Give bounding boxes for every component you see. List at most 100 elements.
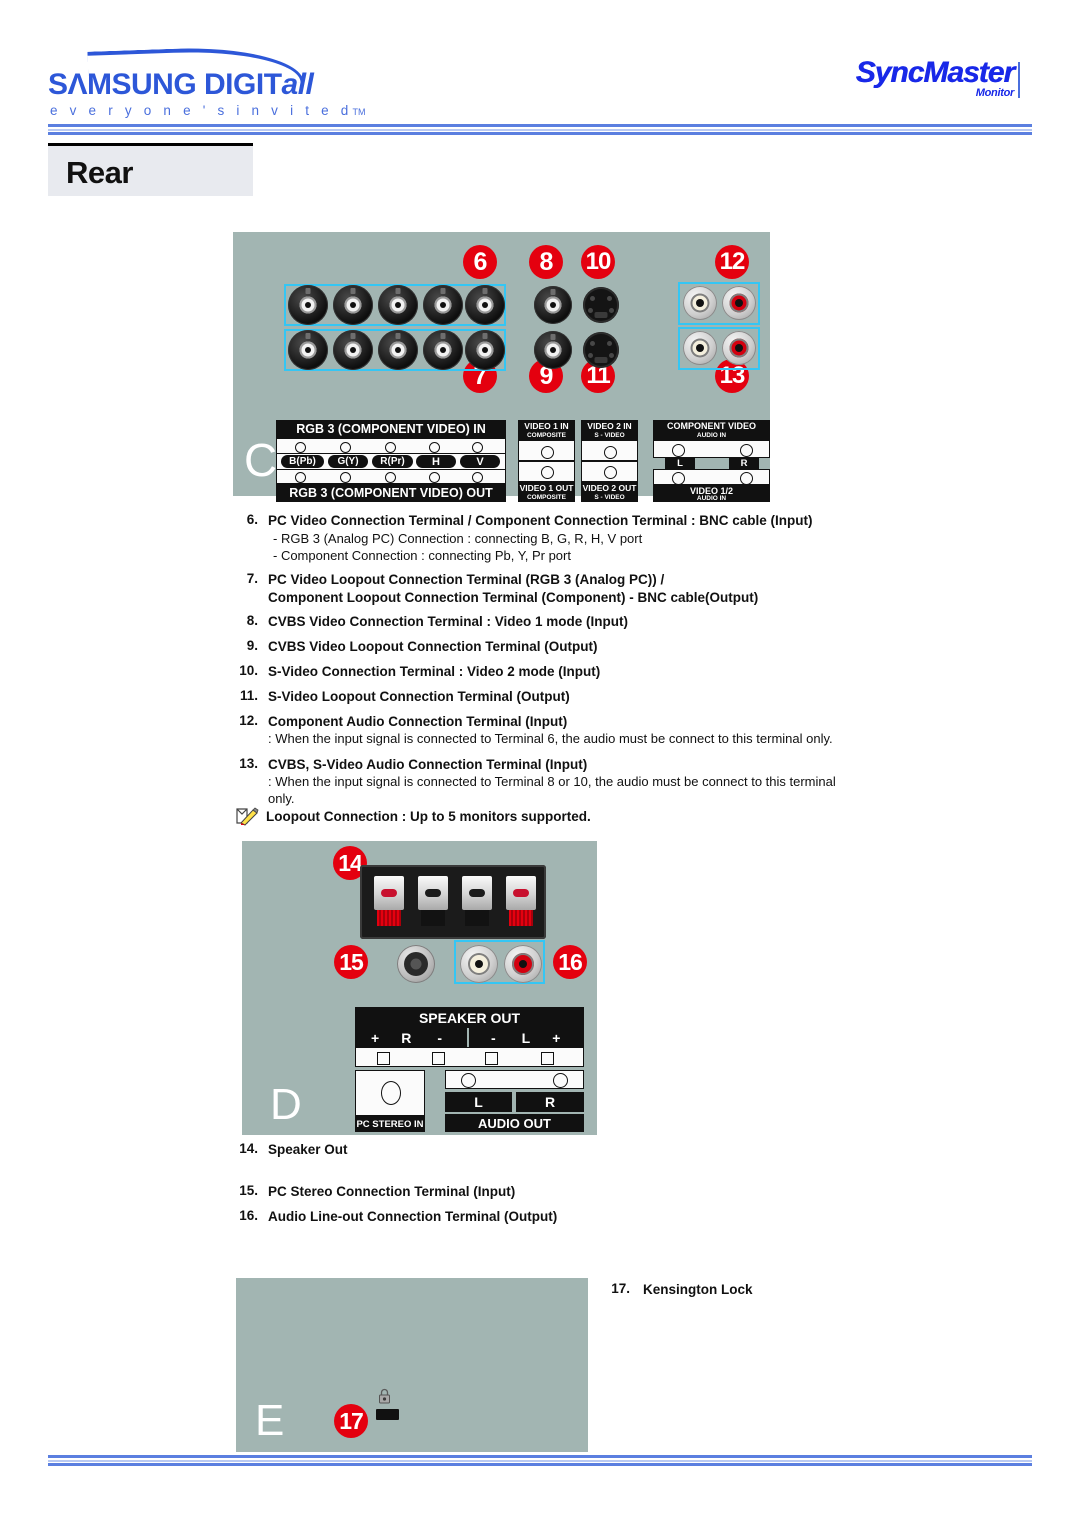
silk-label-video2-in-sub: S - VIDEO bbox=[581, 431, 638, 440]
silk-label-video1-out-sub: COMPOSITE bbox=[518, 493, 575, 502]
silk-speaker-hole-3 bbox=[485, 1052, 498, 1065]
callout-badge-15: 15 bbox=[334, 945, 368, 979]
silk-pin-b: B(Pb) bbox=[281, 455, 324, 468]
callout-badge-6: 6 bbox=[463, 245, 497, 279]
item-title-9: CVBS Video Loopout Connection Terminal (… bbox=[268, 639, 598, 654]
item-title-13: CVBS, S-Video Audio Connection Terminal … bbox=[268, 757, 588, 772]
callout-badge-16: 16 bbox=[553, 945, 587, 979]
silk-hole-video2-out bbox=[604, 466, 617, 479]
bnc-jack-out-v bbox=[465, 330, 505, 370]
rca-jack-component-audio-left bbox=[683, 286, 717, 320]
rca-jack-video12-audio-left bbox=[683, 331, 717, 365]
speaker-terminal-r-plus bbox=[374, 876, 404, 910]
samsung-wordmark-all: all bbox=[281, 68, 314, 101]
panel-letter-c: C bbox=[244, 434, 278, 486]
silk-hole-component-audio-l bbox=[672, 444, 685, 457]
silk-hole-pc-stereo bbox=[381, 1081, 401, 1105]
speaker-tab-l-plus bbox=[509, 910, 533, 926]
silk-label-audio-out: AUDIO OUT bbox=[445, 1114, 584, 1132]
silk-label-audio-out-r: R bbox=[516, 1092, 584, 1112]
silk-label-video2-in: VIDEO 2 IN bbox=[581, 420, 638, 431]
bnc-jack-out-h bbox=[423, 330, 463, 370]
silk-label-rgb3-in: RGB 3 (COMPONENT VIDEO) IN bbox=[276, 420, 506, 438]
item-sub-13: : When the input signal is connected to … bbox=[268, 774, 836, 806]
item-title-10: S-Video Connection Terminal : Video 2 mo… bbox=[268, 664, 601, 679]
silk-label-rgb3-out: RGB 3 (COMPONENT VIDEO) OUT bbox=[276, 484, 506, 502]
silk-label-component-audio: COMPONENT VIDEO bbox=[653, 420, 770, 431]
speaker-tab-r-plus bbox=[377, 910, 401, 926]
header-divider bbox=[48, 124, 1032, 135]
item-sub-12: : When the input signal is connected to … bbox=[268, 731, 833, 746]
samsung-tagline-tm: TM bbox=[352, 107, 366, 117]
bnc-jack-in-r bbox=[378, 285, 418, 325]
bnc-jack-out-r bbox=[378, 330, 418, 370]
kensington-lock-slot bbox=[376, 1409, 399, 1420]
silk-label-speaker-out: SPEAKER OUT bbox=[355, 1007, 584, 1028]
bnc-jack-out-b bbox=[288, 330, 328, 370]
speaker-terminal-r-minus bbox=[418, 876, 448, 910]
silk-hole-out-4 bbox=[429, 472, 440, 483]
silk-label-video1-in: VIDEO 1 IN bbox=[518, 420, 575, 431]
item-title-15: PC Stereo Connection Terminal (Input) bbox=[268, 1184, 516, 1199]
rear-panel-d-image: 14 15 16 D SPEAKER OUT + R - - L + PC ST… bbox=[242, 841, 597, 1135]
item-title-6: PC Video Connection Terminal / Component… bbox=[268, 513, 813, 528]
syncmaster-sublabel: Monitor bbox=[975, 87, 1015, 99]
syncmaster-corner-mark bbox=[1018, 62, 1020, 98]
item-number-16: 16. bbox=[239, 1208, 258, 1223]
silk-hole-out-2 bbox=[340, 472, 351, 483]
svideo-jack-video2-in bbox=[583, 287, 619, 323]
silk-hole-in-2 bbox=[340, 442, 351, 453]
rear-panel-c-image: 6 8 10 12 7 9 11 13 C RGB 3 (COMPONENT V… bbox=[233, 232, 770, 502]
silk-hole-video12-audio-r bbox=[740, 472, 753, 485]
bnc-jack-out-g bbox=[333, 330, 373, 370]
silk-label-pc-stereo-in: PC STEREO IN bbox=[355, 1116, 425, 1132]
silk-bar-r-group: + R - bbox=[355, 1028, 467, 1047]
note-text: Loopout Connection : Up to 5 monitors su… bbox=[266, 809, 591, 824]
pc-stereo-in-jack bbox=[397, 945, 435, 983]
silk-video1-block: VIDEO 1 IN COMPOSITE VIDEO 1 OUT COMPOSI… bbox=[518, 420, 575, 502]
samsung-logo: SΛMSUNG DIGITall e v e r y o n e ' s i n… bbox=[48, 44, 366, 118]
rca-jack-video12-audio-right bbox=[722, 331, 756, 365]
item-title-16: Audio Line-out Connection Terminal (Outp… bbox=[268, 1209, 558, 1224]
silk-hole-component-audio-r bbox=[740, 444, 753, 457]
silk-hole-out-1 bbox=[295, 472, 306, 483]
item-number-6: 6. bbox=[246, 512, 258, 527]
silk-label-video2-out-sub: S - VIDEO bbox=[581, 493, 638, 502]
silk-bar-l-group: - L + bbox=[469, 1028, 584, 1047]
silk-label-audio-out-l: L bbox=[445, 1092, 512, 1112]
silk-label-r-plus: + bbox=[371, 1029, 380, 1046]
samsung-wordmark: SΛMSUNG DIGITall bbox=[48, 68, 314, 102]
composite-jack-video1-in bbox=[534, 286, 572, 324]
silk-hole-audio-out-l bbox=[461, 1073, 476, 1088]
silk-hole-audio-out-r bbox=[553, 1073, 568, 1088]
rca-jack-component-audio-right bbox=[722, 286, 756, 320]
item-title-12: Component Audio Connection Terminal (Inp… bbox=[268, 714, 568, 729]
callout-badge-12: 12 bbox=[715, 245, 749, 279]
silk-hole-in-3 bbox=[385, 442, 396, 453]
silk-hole-out-5 bbox=[472, 472, 483, 483]
item-sub-6: - RGB 3 (Analog PC) Connection : connect… bbox=[273, 531, 643, 563]
rca-jack-lineout-right bbox=[504, 945, 542, 983]
item-number-9: 9. bbox=[246, 638, 258, 653]
silk-pin-r: R(Pr) bbox=[372, 455, 413, 468]
speaker-terminal-block bbox=[360, 865, 546, 939]
silk-hole-out-3 bbox=[385, 472, 396, 483]
speaker-tab-r-minus bbox=[421, 910, 445, 926]
silk-rgb3-block: RGB 3 (COMPONENT VIDEO) IN B(Pb) G(Y) R(… bbox=[276, 420, 506, 502]
silk-hole-video1-in bbox=[541, 446, 554, 459]
panel-letter-d: D bbox=[270, 1080, 302, 1129]
silk-label-r-minus: - bbox=[437, 1029, 442, 1046]
silk-label-audio-l: L bbox=[665, 458, 695, 469]
note-pencil-svg bbox=[236, 807, 259, 826]
speaker-terminal-l-plus bbox=[506, 876, 536, 910]
silk-label-video1-out: VIDEO 1 OUT bbox=[518, 482, 575, 493]
callout-badge-17: 17 bbox=[334, 1404, 368, 1438]
bnc-jack-in-g bbox=[333, 285, 373, 325]
silk-label-l: L bbox=[521, 1029, 531, 1046]
silk-label-video2-out: VIDEO 2 OUT bbox=[581, 482, 638, 493]
item-title-17: Kensington Lock bbox=[643, 1282, 753, 1297]
silk-label-r: R bbox=[401, 1029, 412, 1046]
item-number-17: 17. bbox=[611, 1281, 630, 1296]
callout-badge-10: 10 bbox=[581, 245, 615, 279]
silk-video2-block: VIDEO 2 IN S - VIDEO VIDEO 2 OUT S - VID… bbox=[581, 420, 638, 502]
